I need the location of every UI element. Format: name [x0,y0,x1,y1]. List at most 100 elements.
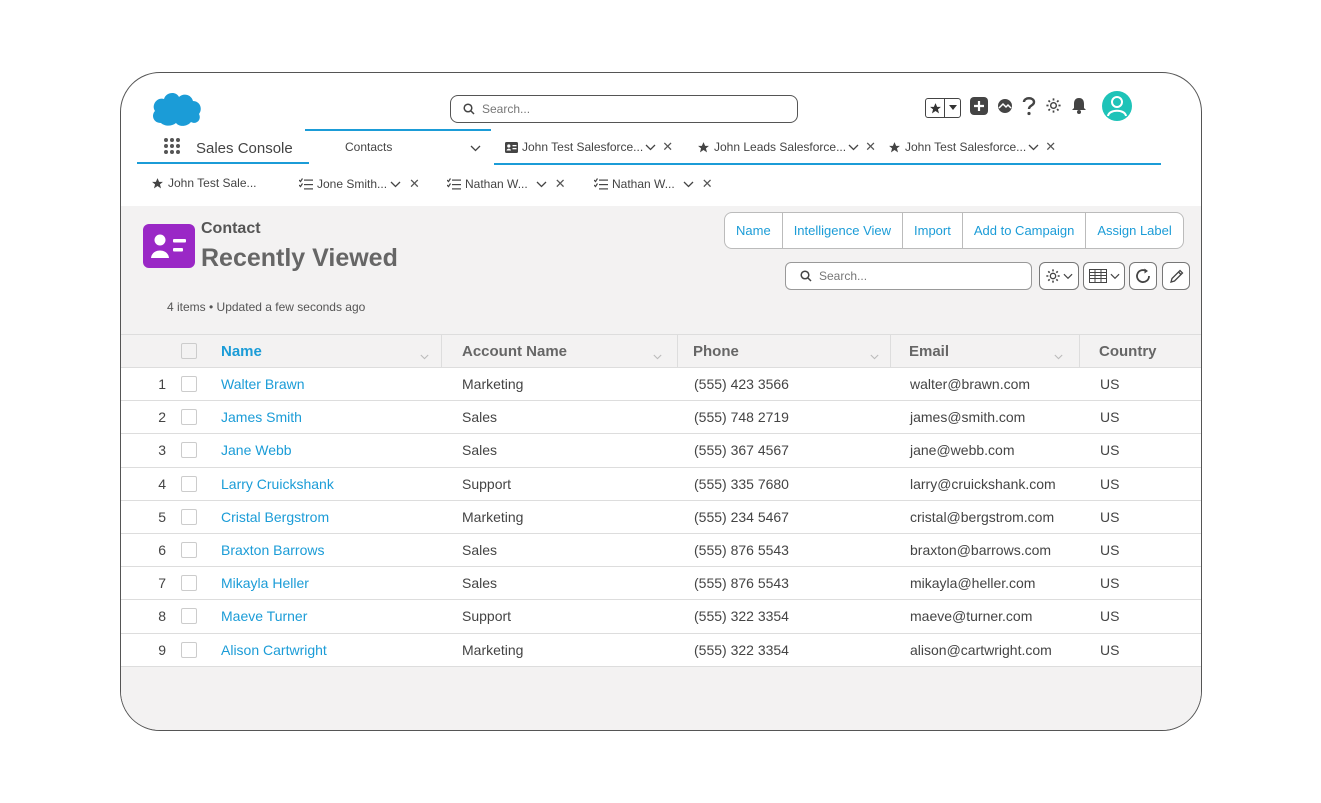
table-row[interactable]: 6 Braxton Barrows Sales (555) 876 5543 b… [121,533,1201,568]
app-launcher-waffle-icon[interactable] [163,137,181,160]
row-checkbox[interactable] [181,575,197,592]
chevron-down-icon[interactable] [653,347,662,364]
edit-list-button[interactable] [1162,262,1190,290]
column-header-email[interactable]: Email [909,335,1073,367]
column-header-name[interactable]: Name [221,335,439,367]
user-avatar[interactable] [1102,91,1132,121]
chevron-down-icon[interactable] [870,347,879,364]
workspace-tab-3[interactable]: John Test Salesforce... ✕ [888,139,1056,155]
salesforce-cloud-logo[interactable] [149,89,203,129]
contact-name-link[interactable]: Mikayla Heller [221,567,309,599]
email-cell: larry@cruickshank.com [910,475,1056,492]
trailhead-icon[interactable] [997,98,1013,119]
column-header-phone[interactable]: Phone [693,335,889,367]
phone-cell: (555) 423 3566 [694,376,789,392]
contact-name-link[interactable]: Alison Cartwright [221,634,327,666]
display-as-table-button[interactable] [1083,262,1125,290]
subtab-bar: John Test Sale... Jone Smith... ✕ Nathan… [121,169,1201,203]
close-tab-icon[interactable]: ✕ [865,139,876,155]
contact-name-link[interactable]: Cristal Bergstrom [221,501,329,533]
subtab-3[interactable]: Nathan W... ✕ [447,176,566,192]
country-cell: US [1100,376,1120,392]
country-cell: US [1100,442,1120,459]
setup-gear-icon[interactable] [1045,97,1062,119]
close-tab-icon[interactable]: ✕ [1045,139,1056,155]
select-all-checkbox[interactable] [181,343,197,359]
global-search-input[interactable]: Search... [450,95,798,123]
favorites-star-icon[interactable] [926,99,946,117]
workspace-tab-1[interactable]: John Test Salesforce... ✕ [505,139,673,155]
table-row[interactable]: 8 Maeve Turner Support (555) 322 3354 ma… [121,600,1201,634]
table-row[interactable]: 7 Mikayla Heller Sales (555) 876 5543 mi… [121,567,1201,601]
refresh-button[interactable] [1129,262,1157,290]
close-tab-icon[interactable]: ✕ [702,176,713,192]
column-header-label: Phone [693,342,739,360]
table-row[interactable]: 3 Jane Webb Sales (555) 367 4567 jane@we… [121,434,1201,468]
table-row[interactable]: 2 James Smith Sales (555) 748 2719 james… [121,401,1201,435]
chevron-down-icon[interactable] [683,181,694,188]
chevron-down-icon[interactable] [470,141,481,155]
contact-name-link[interactable]: Walter Brawn [221,368,305,400]
table-row[interactable]: 5 Cristal Bergstrom Marketing (555) 234 … [121,500,1201,534]
row-number: 9 [158,641,166,658]
contact-name-link[interactable]: Maeve Turner [221,600,307,632]
table-icon [1088,269,1107,283]
subtab-1[interactable]: John Test Sale... [151,176,257,190]
row-checkbox[interactable] [181,442,197,459]
list-settings-button[interactable] [1039,262,1079,290]
row-checkbox[interactable] [181,376,197,392]
list-view-title[interactable]: Recently Viewed [201,244,398,273]
row-checkbox[interactable] [181,475,197,492]
row-checkbox[interactable] [181,608,197,625]
row-checkbox[interactable] [181,641,197,658]
chevron-down-icon[interactable] [1054,347,1063,364]
row-checkbox[interactable] [181,541,197,558]
table-row[interactable]: 9 Alison Cartwright Marketing (555) 322 … [121,633,1201,667]
contact-name-link[interactable]: Larry Cruickshank [221,468,334,500]
chevron-down-icon[interactable] [420,347,429,364]
tab-contacts[interactable]: Contacts [305,129,491,163]
search-icon [800,270,812,282]
favorites-dropdown-icon[interactable] [945,99,960,117]
workspace-tab-2[interactable]: John Leads Salesforce... ✕ [697,139,876,155]
chevron-down-icon [1109,273,1120,279]
close-tab-icon[interactable]: ✕ [662,139,673,155]
workspace-tab-label: John Leads Salesforce... [714,140,847,154]
chevron-down-icon[interactable] [645,144,656,151]
contact-name-link[interactable]: James Smith [221,401,302,433]
phone-cell: (555) 748 2719 [694,409,789,426]
search-icon [463,103,475,115]
app-window: Search... Sales Console Contacts John Te… [120,72,1202,731]
table-row[interactable]: 4 Larry Cruickshank Support (555) 335 76… [121,467,1201,501]
row-checkbox[interactable] [181,508,197,525]
chevron-down-icon[interactable] [536,181,547,188]
subtab-2[interactable]: Jone Smith... ✕ [299,176,420,192]
assign-label-button[interactable]: Assign Label [1086,213,1182,248]
chevron-down-icon[interactable] [848,144,859,151]
chevron-down-icon[interactable] [1028,144,1039,151]
row-checkbox[interactable] [181,409,197,426]
global-actions-plus-icon[interactable] [970,96,988,120]
pencil-icon [1169,269,1183,283]
help-icon[interactable] [1022,96,1036,121]
contact-name-link[interactable]: Braxton Barrows [221,534,324,566]
intelligence-view-button[interactable]: Intelligence View [783,213,904,248]
contact-name-link[interactable]: Jane Webb [221,434,292,466]
close-tab-icon[interactable]: ✕ [555,176,566,192]
notifications-bell-icon[interactable] [1071,97,1087,119]
import-button[interactable]: Import [903,213,963,248]
email-cell: walter@brawn.com [910,376,1031,392]
column-divider [677,335,678,367]
favorites-button-group[interactable] [925,98,961,118]
column-header-account-name[interactable]: Account Name [462,335,672,367]
add-to-campaign-button[interactable]: Add to Campaign [963,213,1087,248]
subtab-4[interactable]: Nathan W... ✕ [594,176,713,192]
column-header-country[interactable]: Country [1099,335,1199,367]
table-row[interactable]: 1 Walter Brawn Marketing (555) 423 3566 … [121,368,1201,402]
name-button[interactable]: Name [725,213,783,248]
close-tab-icon[interactable]: ✕ [409,176,420,192]
phone-cell: (555) 876 5543 [694,575,789,592]
email-cell: james@smith.com [910,409,1026,426]
chevron-down-icon[interactable] [390,181,401,188]
list-search-input[interactable]: Search... [785,262,1032,290]
